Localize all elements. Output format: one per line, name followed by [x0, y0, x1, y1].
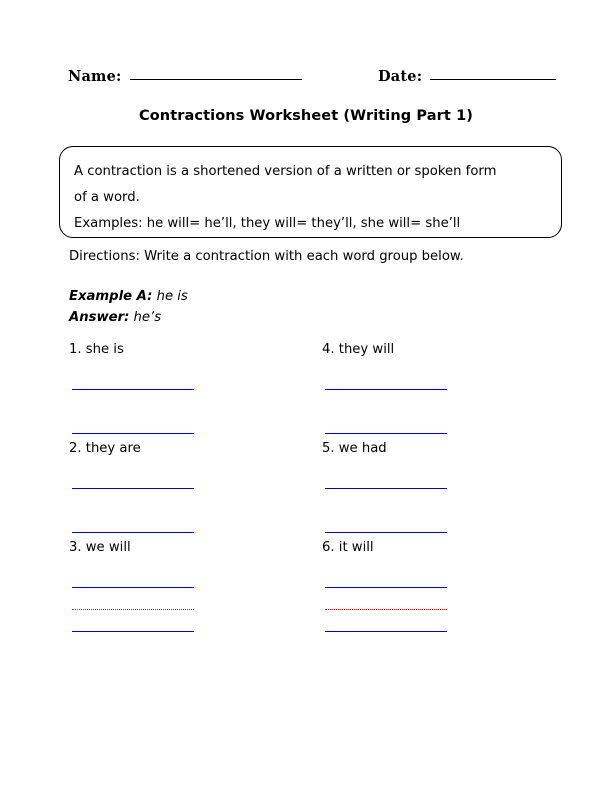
- item-3: 3. we will: [69, 540, 199, 637]
- date-write-line[interactable]: [430, 79, 557, 80]
- item-1-label: 1. she is: [69, 342, 124, 357]
- write-line-solid-top[interactable]: [72, 488, 194, 489]
- write-line-solid-bottom[interactable]: [325, 532, 447, 533]
- directions-text: Directions: Write a contraction with eac…: [69, 249, 464, 264]
- header-fields: Name: Date:: [0, 68, 612, 94]
- item-5: 5. we had: [322, 441, 452, 538]
- example-answer-lead: Answer:: [69, 310, 130, 325]
- item-1: 1. she is: [69, 342, 199, 439]
- write-line-dotted-mid: [325, 609, 447, 610]
- example-prompt-lead: Example A:: [69, 289, 153, 304]
- definition-line-1: A contraction is a shortened version of …: [74, 164, 497, 179]
- date-field-group: Date:: [378, 68, 557, 85]
- item-6: 6. it will: [322, 540, 452, 637]
- name-field-group: Name:: [68, 68, 302, 85]
- item-2: 2. they are: [69, 441, 199, 538]
- name-write-line[interactable]: [129, 79, 302, 80]
- example-answer-line: Answer: he’s: [69, 307, 188, 328]
- item-4-label: 4. they will: [322, 342, 395, 357]
- example-prompt-line: Example A: he is: [69, 286, 188, 307]
- write-line-solid-top[interactable]: [72, 389, 194, 390]
- definition-box: A contraction is a shortened version of …: [59, 146, 562, 238]
- write-line-solid-bottom[interactable]: [72, 631, 194, 632]
- item-4-answer-lines[interactable]: [322, 367, 452, 439]
- item-2-label: 2. they are: [69, 441, 141, 456]
- write-line-solid-bottom[interactable]: [325, 631, 447, 632]
- example-prompt-text: he is: [152, 289, 188, 304]
- write-line-solid-top[interactable]: [325, 389, 447, 390]
- item-6-answer-lines[interactable]: [322, 565, 452, 637]
- page-title: Contractions Worksheet (Writing Part 1): [139, 108, 473, 124]
- write-line-solid-bottom[interactable]: [325, 433, 447, 434]
- date-label: Date:: [378, 68, 423, 85]
- definition-line-2: of a word.: [74, 190, 140, 205]
- example-answer-text: he’s: [129, 310, 162, 325]
- item-5-answer-lines[interactable]: [322, 466, 452, 538]
- write-line-solid-bottom[interactable]: [72, 433, 194, 434]
- item-3-label: 3. we will: [69, 540, 131, 555]
- item-3-answer-lines[interactable]: [69, 565, 199, 637]
- item-6-label: 6. it will: [322, 540, 374, 555]
- write-line-dotted-mid: [72, 609, 194, 610]
- write-line-solid-top[interactable]: [325, 488, 447, 489]
- item-1-answer-lines[interactable]: [69, 367, 199, 439]
- write-line-solid-top[interactable]: [72, 587, 194, 588]
- worksheet-page: Name: Date: Contractions Worksheet (Writ…: [0, 0, 612, 792]
- item-2-answer-lines[interactable]: [69, 466, 199, 538]
- item-5-label: 5. we had: [322, 441, 387, 456]
- definition-line-3: Examples: he will= he’ll, they will= the…: [74, 216, 461, 231]
- item-4: 4. they will: [322, 342, 452, 439]
- name-label: Name:: [68, 68, 122, 85]
- write-line-solid-bottom[interactable]: [72, 532, 194, 533]
- example-block: Example A: he is Answer: he’s: [69, 286, 188, 328]
- write-line-solid-top[interactable]: [325, 587, 447, 588]
